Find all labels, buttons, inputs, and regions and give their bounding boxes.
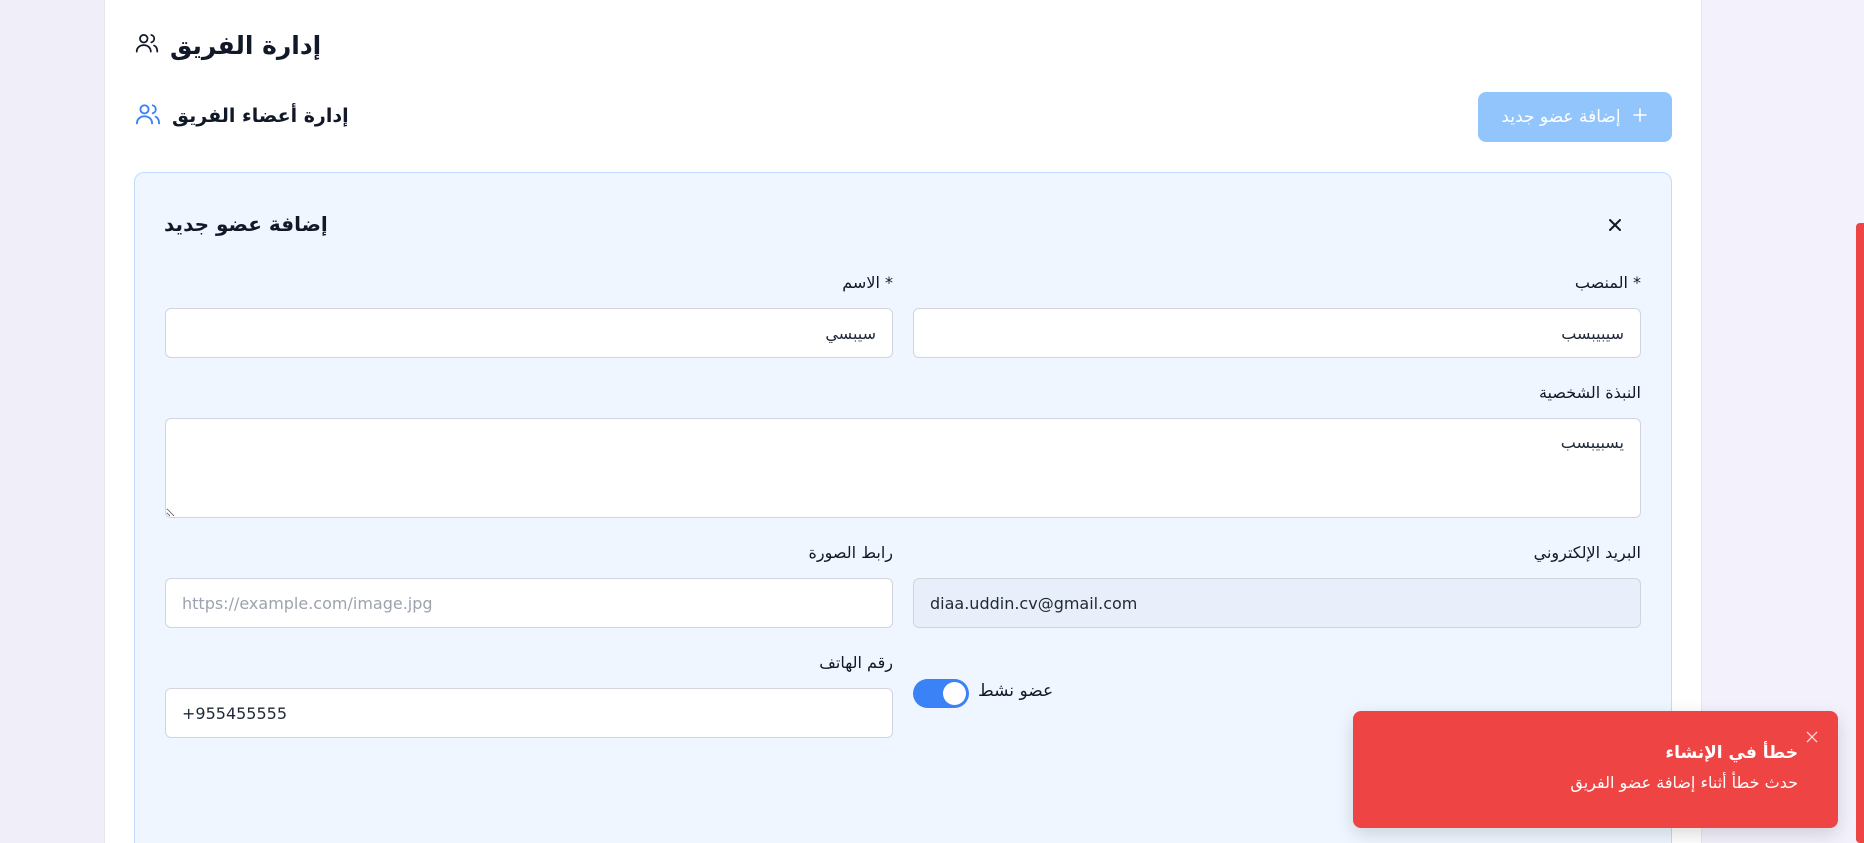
users-icon xyxy=(134,100,162,132)
page-background-left xyxy=(0,0,104,843)
active-member-label: عضو نشط xyxy=(978,681,1054,701)
page-title: إدارة الفريق xyxy=(170,30,322,60)
image-url-label: رابط الصورة xyxy=(808,543,893,562)
users-icon xyxy=(134,30,160,60)
section-header: إدارة أعضاء الفريق xyxy=(134,100,349,132)
toast-message: حدث خطأ أثناء إضافة عضو الفريق xyxy=(1570,773,1798,792)
email-label: البريد الإلكتروني xyxy=(1533,543,1641,562)
email-input xyxy=(913,578,1641,628)
bio-label: النبذة الشخصية xyxy=(1538,383,1641,402)
position-label: * المنصب xyxy=(1574,273,1641,292)
name-input[interactable] xyxy=(165,308,893,358)
section-title: إدارة أعضاء الفريق xyxy=(172,105,349,127)
image-url-input[interactable] xyxy=(165,578,893,628)
error-toast: خطأ في الإنشاء حدث خطأ أثناء إضافة عضو ا… xyxy=(1353,711,1838,828)
active-member-toggle[interactable] xyxy=(913,679,969,708)
toast-title: خطأ في الإنشاء xyxy=(1665,743,1798,763)
phone-label: رقم الهاتف xyxy=(819,653,893,672)
add-member-button-label: إضافة عضو جديد xyxy=(1501,107,1621,127)
bio-textarea[interactable]: يسبيبسب xyxy=(165,418,1641,518)
name-label: * الاسم xyxy=(842,273,893,292)
plus-icon xyxy=(1631,106,1649,129)
page-header: إدارة الفريق xyxy=(134,30,321,60)
close-icon[interactable] xyxy=(1804,729,1820,745)
add-member-button[interactable]: إضافة عضو جديد xyxy=(1478,92,1672,142)
position-input[interactable] xyxy=(913,308,1641,358)
page-scrollbar[interactable] xyxy=(1856,223,1864,843)
toggle-knob xyxy=(943,682,966,705)
form-title: إضافة عضو جديد xyxy=(164,212,328,236)
phone-input[interactable] xyxy=(165,688,893,738)
close-icon[interactable] xyxy=(1603,213,1627,237)
